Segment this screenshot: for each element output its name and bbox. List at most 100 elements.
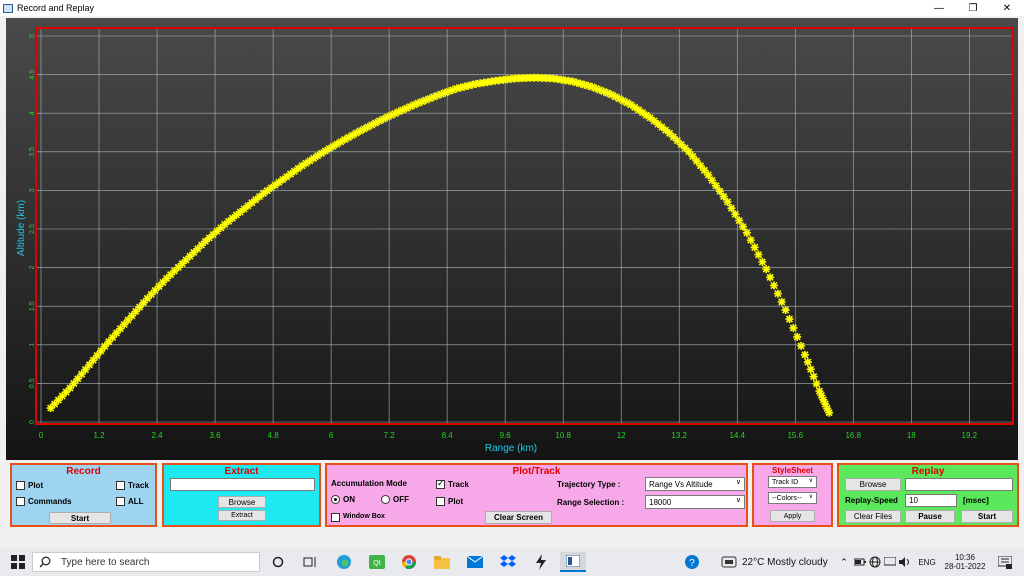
minimize-button[interactable]: — [922, 0, 956, 16]
taskbar-search-box[interactable]: Type here to search [32, 552, 260, 572]
help-icon[interactable]: ? [682, 552, 702, 572]
record-commands-checkbox[interactable] [16, 497, 25, 506]
mail-icon[interactable] [464, 552, 486, 572]
file-explorer-icon[interactable] [431, 552, 453, 572]
record-panel: Record Plot Track Commands ALL Start [10, 463, 157, 527]
trajectory-marker [727, 204, 736, 213]
battery-icon[interactable] [853, 552, 867, 572]
clock[interactable]: 10:36 28-01-2022 [940, 552, 990, 572]
extract-button[interactable]: Extract [218, 510, 266, 521]
volume-icon[interactable] [898, 552, 912, 572]
record-all-checkbox[interactable] [116, 497, 125, 506]
trajectory-point [800, 350, 809, 359]
window-box-checkbox[interactable] [331, 513, 340, 522]
edge-icon[interactable] [333, 552, 355, 572]
trajectory-type-select[interactable]: Range Vs Altitude ∨ [645, 477, 745, 491]
record-replay-taskbar-icon[interactable] [560, 552, 586, 572]
svg-text:Qt: Qt [373, 560, 380, 567]
app-icon [3, 3, 13, 13]
trajectory-type-value: Range Vs Altitude [649, 479, 713, 489]
apply-button[interactable]: Apply [770, 510, 815, 522]
maximize-button[interactable]: ❐ [956, 0, 990, 16]
replay-browse-button[interactable]: Browse [845, 478, 901, 491]
clock-time: 10:36 [954, 553, 976, 562]
clock-date: 28-01-2022 [944, 562, 986, 571]
clear-files-button[interactable]: Clear Files [845, 510, 901, 523]
network-icon[interactable] [868, 552, 882, 572]
replay-file-input[interactable] [905, 478, 1013, 491]
trajectory-marker [785, 315, 794, 324]
track-id-value: Track ID [772, 478, 799, 486]
app-lightning-icon[interactable] [530, 552, 552, 572]
trajectory-marker [731, 210, 740, 219]
plottrack-plot-checkbox[interactable] [436, 497, 445, 506]
record-track-checkbox[interactable] [116, 481, 125, 490]
trajectory-marker [769, 281, 778, 290]
plot-track-title: Plot/Track [512, 466, 561, 477]
accumulation-on-radio[interactable] [331, 495, 340, 504]
x-tick-label: 6 [329, 431, 334, 440]
record-track-label: Track [128, 481, 149, 490]
notifications-icon[interactable] [994, 552, 1016, 572]
trajectory-marker [773, 289, 782, 298]
replay-title: Replay [911, 466, 945, 477]
extract-browse-button[interactable]: Browse [218, 496, 266, 508]
extract-panel: Extract Browse Extract [162, 463, 321, 527]
record-all-label: ALL [128, 497, 144, 506]
y-axis-label: Altitude (km) [16, 200, 27, 256]
x-tick-label: 14.4 [729, 431, 745, 440]
trajectory-marker [766, 273, 775, 282]
trajectory-marker [754, 250, 763, 259]
trajectory-marker [809, 372, 818, 381]
trajectory-point [762, 265, 771, 274]
y-tick-label: 1.5 [29, 301, 36, 311]
cortana-icon[interactable] [268, 552, 288, 572]
x-tick-label: 2.4 [151, 431, 163, 440]
extract-title: Extract [224, 466, 259, 477]
trajectory-marker [793, 332, 802, 341]
chevron-down-icon: ∨ [735, 479, 741, 486]
close-button[interactable]: ✕ [990, 0, 1024, 16]
x-tick-label: 16.8 [845, 431, 861, 440]
range-selection-select[interactable]: 18000 ∨ [645, 495, 745, 509]
replay-start-button[interactable]: Start [961, 510, 1013, 523]
trajectory-point [704, 170, 713, 179]
accumulation-on-label: ON [343, 495, 355, 504]
qt-creator-icon[interactable]: Qt [366, 552, 388, 572]
trajectory-chart: 0 1.2 2.4 3.6 4.8 6 7.2 8.4 9.6 10.8 12 13.2 14.4 15.… [6, 18, 1018, 460]
stylesheet-panel: StyleSheet Track ID ∨ --Colors-- ∨ Apply [752, 463, 833, 527]
search-icon [39, 556, 51, 568]
y-tick-label: 4.5 [29, 70, 36, 80]
plottrack-track-checkbox[interactable] [436, 478, 445, 489]
replay-panel: Replay Browse Replay-Speed 10 [msec] Cle… [837, 463, 1019, 527]
chevron-up-icon[interactable]: ⌃ [838, 552, 850, 572]
accumulation-mode-label: Accumulation Mode [331, 479, 408, 488]
trajectory-marker [812, 379, 821, 388]
dropbox-icon[interactable] [497, 552, 519, 572]
trajectory-marker [719, 192, 728, 201]
record-plot-checkbox[interactable] [16, 481, 25, 490]
colors-select[interactable]: --Colors-- ∨ [768, 492, 817, 504]
track-id-select[interactable]: Track ID ∨ [768, 476, 817, 488]
replay-pause-button[interactable]: Pause [905, 510, 955, 523]
record-start-button[interactable]: Start [49, 512, 111, 524]
chevron-down-icon: ∨ [808, 478, 813, 484]
x-tick-label: 12 [617, 431, 626, 440]
chrome-icon[interactable] [398, 552, 420, 572]
task-view-icon[interactable] [300, 552, 320, 572]
clear-screen-button[interactable]: Clear Screen [485, 511, 552, 524]
replay-speed-input[interactable]: 10 [905, 494, 957, 507]
language-indicator[interactable]: ENG [916, 552, 938, 572]
display-icon[interactable] [883, 552, 897, 572]
trajectory-marker [715, 187, 724, 196]
windows-start-icon[interactable] [6, 552, 30, 572]
x-tick-label: 13.2 [671, 431, 687, 440]
accumulation-off-radio[interactable] [381, 495, 390, 504]
y-tick-label: 4 [29, 111, 36, 115]
trajectory-marker [711, 181, 720, 190]
weather-text[interactable]: 22°C Mostly cloudy [742, 552, 836, 572]
record-plot-label: Plot [28, 481, 44, 490]
extract-path-input[interactable] [170, 478, 315, 491]
stylesheet-title: StyleSheet [772, 466, 813, 475]
search-placeholder: Type here to search [61, 556, 150, 568]
